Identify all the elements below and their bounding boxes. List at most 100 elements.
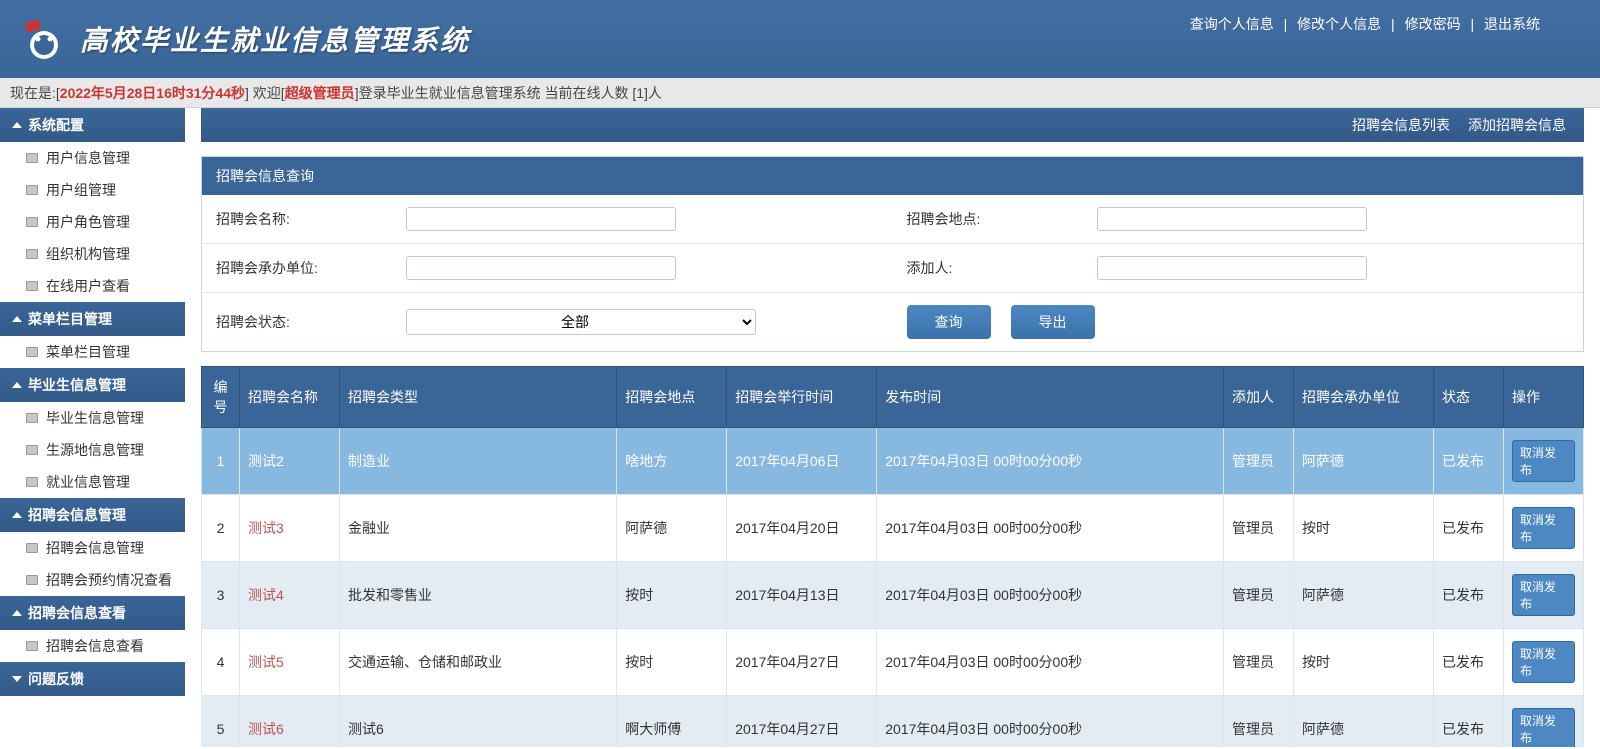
cancel-publish-button[interactable]: 取消发布 bbox=[1512, 641, 1575, 683]
cancel-publish-button[interactable]: 取消发布 bbox=[1512, 708, 1575, 747]
table-cell: 2017年04月03日 00时00分00秒 bbox=[877, 629, 1224, 696]
sidebar: 系统配置用户信息管理用户组管理用户角色管理组织机构管理在线用户查看菜单栏目管理菜… bbox=[0, 108, 185, 747]
table-row[interactable]: 4测试5交通运输、仓储和邮政业按时2017年04月27日2017年04月03日 … bbox=[202, 629, 1584, 696]
table-cell: 按时 bbox=[617, 629, 727, 696]
input-name[interactable] bbox=[406, 207, 676, 231]
link-profile-view[interactable]: 查询个人信息 bbox=[1190, 16, 1274, 32]
row-name-link[interactable]: 测试6 bbox=[248, 721, 284, 737]
sidebar-item[interactable]: 招聘会信息查看 bbox=[0, 630, 185, 662]
label-name: 招聘会名称: bbox=[216, 209, 396, 229]
sidebar-item[interactable]: 招聘会信息管理 bbox=[0, 532, 185, 564]
module-icon bbox=[26, 153, 38, 163]
table-col-header: 招聘会名称 bbox=[240, 367, 340, 428]
triangle-up-icon bbox=[12, 610, 22, 616]
table-row[interactable]: 5测试6测试6啊大师傅2017年04月27日2017年04月03日 00时00分… bbox=[202, 696, 1584, 748]
table-cell: 啊大师傅 bbox=[617, 696, 727, 748]
sidebar-item[interactable]: 菜单栏目管理 bbox=[0, 336, 185, 368]
sidebar-group-label: 系统配置 bbox=[28, 115, 84, 135]
sidebar-group-head[interactable]: 菜单栏目管理 bbox=[0, 302, 185, 336]
sidebar-item-label: 招聘会信息查看 bbox=[46, 636, 144, 656]
table-cell: 阿萨德 bbox=[1294, 696, 1434, 748]
query-button[interactable]: 查询 bbox=[907, 305, 991, 339]
sidebar-item-label: 招聘会信息管理 bbox=[46, 538, 144, 558]
label-host: 招聘会承办单位: bbox=[216, 258, 396, 278]
table-cell-op: 取消发布 bbox=[1504, 562, 1584, 629]
sidebar-item-label: 用户组管理 bbox=[46, 180, 116, 200]
input-host[interactable] bbox=[406, 256, 676, 280]
cancel-publish-button[interactable]: 取消发布 bbox=[1512, 440, 1575, 482]
table-cell: 2017年04月06日 bbox=[727, 428, 877, 495]
table-col-header: 状态 bbox=[1434, 367, 1504, 428]
tab-add[interactable]: 添加招聘会信息 bbox=[1468, 115, 1566, 135]
table-cell: 制造业 bbox=[340, 428, 617, 495]
sidebar-item[interactable]: 用户角色管理 bbox=[0, 206, 185, 238]
tab-list[interactable]: 招聘会信息列表 bbox=[1352, 115, 1450, 135]
table-col-header: 发布时间 bbox=[877, 367, 1224, 428]
table-cell: 4 bbox=[202, 629, 240, 696]
sidebar-item[interactable]: 用户组管理 bbox=[0, 174, 185, 206]
sidebar-group-label: 菜单栏目管理 bbox=[28, 309, 112, 329]
result-table: 编号招聘会名称招聘会类型招聘会地点招聘会举行时间发布时间添加人招聘会承办单位状态… bbox=[201, 366, 1584, 747]
sidebar-group-head[interactable]: 招聘会信息管理 bbox=[0, 498, 185, 532]
sidebar-group-head[interactable]: 问题反馈 bbox=[0, 662, 185, 696]
table-cell: 已发布 bbox=[1434, 495, 1504, 562]
header-left: 高校毕业生就业信息管理系统 bbox=[20, 15, 470, 63]
module-icon bbox=[26, 445, 38, 455]
sidebar-item-label: 就业信息管理 bbox=[46, 472, 130, 492]
table-col-header: 操作 bbox=[1504, 367, 1584, 428]
table-cell: 2017年04月03日 00时00分00秒 bbox=[877, 562, 1224, 629]
sidebar-item[interactable]: 毕业生信息管理 bbox=[0, 402, 185, 434]
label-adder: 添加人: bbox=[907, 258, 1087, 278]
sidebar-item[interactable]: 生源地信息管理 bbox=[0, 434, 185, 466]
table-cell: 管理员 bbox=[1224, 696, 1294, 748]
sidebar-item-label: 组织机构管理 bbox=[46, 244, 130, 264]
row-name-link[interactable]: 测试5 bbox=[248, 654, 284, 670]
link-profile-edit[interactable]: 修改个人信息 bbox=[1297, 16, 1381, 32]
export-button[interactable]: 导出 bbox=[1011, 305, 1095, 339]
table-cell: 按时 bbox=[1294, 495, 1434, 562]
sidebar-group-head[interactable]: 系统配置 bbox=[0, 108, 185, 142]
table-cell: 3 bbox=[202, 562, 240, 629]
row-name-link[interactable]: 测试2 bbox=[248, 453, 284, 469]
module-icon bbox=[26, 413, 38, 423]
table-cell: 测试5 bbox=[240, 629, 340, 696]
cancel-publish-button[interactable]: 取消发布 bbox=[1512, 507, 1575, 549]
triangle-up-icon bbox=[12, 382, 22, 388]
sidebar-group-head[interactable]: 招聘会信息查看 bbox=[0, 596, 185, 630]
sidebar-item-label: 用户信息管理 bbox=[46, 148, 130, 168]
table-cell: 管理员 bbox=[1224, 495, 1294, 562]
input-adder[interactable] bbox=[1097, 256, 1367, 280]
link-change-password[interactable]: 修改密码 bbox=[1405, 16, 1461, 32]
cancel-publish-button[interactable]: 取消发布 bbox=[1512, 574, 1575, 616]
table-cell: 啥地方 bbox=[617, 428, 727, 495]
row-name-link[interactable]: 测试3 bbox=[248, 520, 284, 536]
input-location[interactable] bbox=[1097, 207, 1367, 231]
table-cell: 批发和零售业 bbox=[340, 562, 617, 629]
table-cell: 测试6 bbox=[240, 696, 340, 748]
table-row[interactable]: 3测试4批发和零售业按时2017年04月13日2017年04月03日 00时00… bbox=[202, 562, 1584, 629]
module-icon bbox=[26, 575, 38, 585]
table-cell: 交通运输、仓储和邮政业 bbox=[340, 629, 617, 696]
sidebar-item[interactable]: 招聘会预约情况查看 bbox=[0, 564, 185, 596]
table-cell-op: 取消发布 bbox=[1504, 629, 1584, 696]
search-form: 招聘会名称: 招聘会地点: 招聘会承办单位: 添加人: bbox=[202, 195, 1583, 351]
triangle-down-icon bbox=[12, 676, 22, 682]
sidebar-item[interactable]: 用户信息管理 bbox=[0, 142, 185, 174]
select-status[interactable]: 全部 bbox=[406, 309, 756, 335]
table-row[interactable]: 2测试3金融业阿萨德2017年04月20日2017年04月03日 00时00分0… bbox=[202, 495, 1584, 562]
page-tabs: 招聘会信息列表 添加招聘会信息 bbox=[201, 108, 1584, 142]
search-panel: 招聘会信息查询 招聘会名称: 招聘会地点: 招聘会承办单位: bbox=[201, 156, 1584, 352]
table-cell: 测试6 bbox=[340, 696, 617, 748]
sidebar-item[interactable]: 组织机构管理 bbox=[0, 238, 185, 270]
table-cell-op: 取消发布 bbox=[1504, 696, 1584, 748]
table-cell: 5 bbox=[202, 696, 240, 748]
sidebar-item[interactable]: 在线用户查看 bbox=[0, 270, 185, 302]
row-name-link[interactable]: 测试4 bbox=[248, 587, 284, 603]
sidebar-item[interactable]: 就业信息管理 bbox=[0, 466, 185, 498]
sidebar-group-head[interactable]: 毕业生信息管理 bbox=[0, 368, 185, 402]
sidebar-item-label: 生源地信息管理 bbox=[46, 440, 144, 460]
link-logout[interactable]: 退出系统 bbox=[1484, 16, 1540, 32]
table-cell: 已发布 bbox=[1434, 428, 1504, 495]
table-row[interactable]: 1测试2制造业啥地方2017年04月06日2017年04月03日 00时00分0… bbox=[202, 428, 1584, 495]
table-cell: 2 bbox=[202, 495, 240, 562]
